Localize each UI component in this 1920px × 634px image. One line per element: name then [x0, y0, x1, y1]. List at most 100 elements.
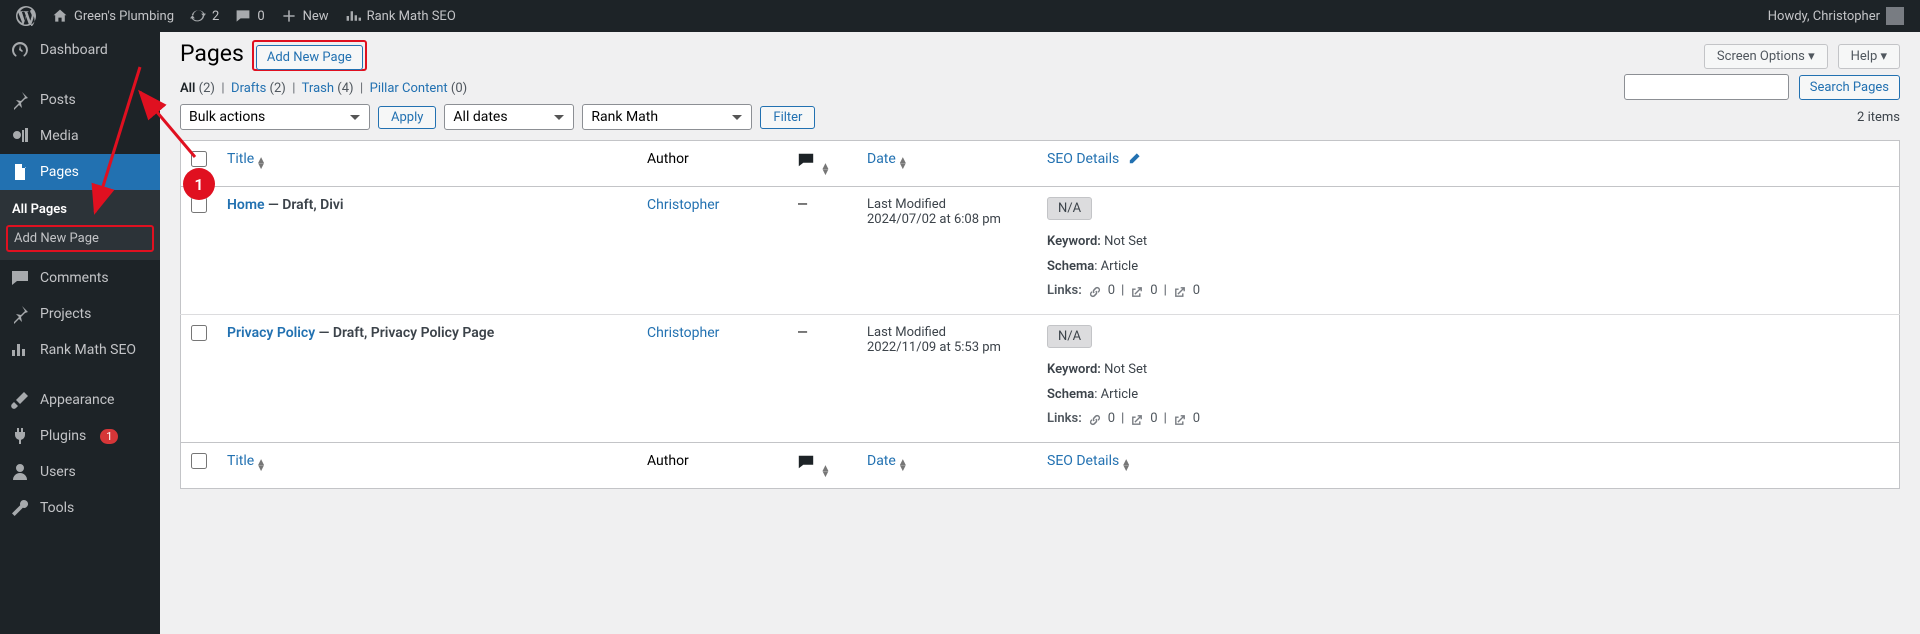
seo-links-external: 0	[1150, 279, 1157, 304]
chart-icon	[345, 8, 361, 24]
menu-pages[interactable]: Pages	[0, 154, 160, 190]
row-title-link[interactable]: Privacy Policy	[227, 325, 315, 341]
menu-projects[interactable]: Projects	[0, 296, 160, 332]
add-new-page-highlight: Add New Page	[252, 40, 367, 71]
sort-indicator-icon: ▲▼	[256, 460, 266, 472]
row-checkbox[interactable]	[191, 325, 207, 341]
menu-posts[interactable]: Posts	[0, 82, 160, 118]
menu-plugins[interactable]: Plugins 1	[0, 418, 160, 454]
rankmath-filter-select[interactable]: Rank Math	[582, 104, 752, 130]
home-icon	[52, 8, 68, 24]
date-filter-select[interactable]: All dates	[444, 104, 574, 130]
search-input[interactable]	[1624, 74, 1789, 100]
my-account[interactable]: Howdy, Christopher	[1760, 0, 1912, 32]
sort-indicator-icon: ▲▼	[820, 164, 830, 176]
menu-dashboard-label: Dashboard	[40, 42, 108, 58]
annotation-badge: 1	[183, 168, 215, 200]
submenu-add-new-page[interactable]: Add New Page	[6, 225, 154, 252]
filter-pillar[interactable]: Pillar Content	[370, 81, 448, 96]
page-title: Pages	[180, 40, 244, 67]
row-author-link[interactable]: Christopher	[647, 197, 719, 213]
seo-links-label: Links:	[1047, 407, 1082, 432]
pencil-icon[interactable]	[1127, 152, 1141, 166]
col-date-foot[interactable]: Date	[867, 453, 896, 469]
row-title-link[interactable]: Home	[227, 197, 265, 213]
refresh-icon	[190, 8, 206, 24]
sort-indicator-icon: ▲▼	[898, 158, 908, 170]
menu-tools-label: Tools	[40, 500, 74, 516]
seo-links-label: Links:	[1047, 279, 1082, 304]
row-date-label: Last Modified	[867, 325, 1027, 340]
row-state: — Draft, Divi	[265, 197, 344, 213]
col-seo-details-foot[interactable]: SEO Details	[1047, 453, 1119, 469]
seo-keyword-value: Not Set	[1104, 362, 1147, 377]
wrench-icon	[10, 498, 30, 518]
comments-column-icon[interactable]	[797, 151, 815, 169]
sort-indicator-icon: ▲▼	[1121, 460, 1131, 472]
howdy-text: Howdy, Christopher	[1768, 9, 1880, 24]
menu-tools[interactable]: Tools	[0, 490, 160, 526]
seo-keyword-value: Not Set	[1104, 234, 1147, 249]
seo-links-external: 0	[1150, 407, 1157, 432]
row-comments: —	[787, 315, 857, 443]
filter-trash[interactable]: Trash	[302, 81, 334, 96]
media-icon	[10, 126, 30, 146]
screen-options-button[interactable]: Screen Options ▾	[1704, 44, 1828, 69]
sort-indicator-icon: ▲▼	[256, 158, 266, 170]
menu-media-label: Media	[40, 128, 79, 144]
page-icon	[10, 162, 30, 182]
select-all-checkbox[interactable]	[191, 151, 207, 167]
apply-button[interactable]: Apply	[378, 106, 436, 129]
site-name-label: Green's Plumbing	[74, 9, 174, 24]
wp-logo[interactable]	[8, 0, 44, 32]
adminbar-rankmath-label: Rank Math SEO	[367, 9, 456, 24]
menu-users[interactable]: Users	[0, 454, 160, 490]
col-author: Author	[637, 141, 787, 187]
menu-rankmath-label: Rank Math SEO	[40, 342, 136, 358]
comment-icon	[235, 8, 251, 24]
menu-dashboard[interactable]: Dashboard	[0, 32, 160, 68]
dashboard-icon	[10, 40, 30, 60]
seo-score-badge: N/A	[1047, 197, 1092, 220]
col-title-foot[interactable]: Title	[227, 453, 254, 469]
pin-icon	[10, 304, 30, 324]
items-count: 2 items	[1857, 110, 1900, 125]
filter-button[interactable]: Filter	[760, 106, 815, 129]
seo-links-incoming: 0	[1193, 407, 1200, 432]
submenu-all-pages[interactable]: All Pages	[0, 196, 160, 223]
pin-icon	[10, 90, 30, 110]
col-title[interactable]: Title	[227, 151, 254, 167]
filter-all[interactable]: All	[180, 81, 195, 96]
col-seo-details[interactable]: SEO Details	[1047, 151, 1119, 167]
menu-comments[interactable]: Comments	[0, 260, 160, 296]
row-author-link[interactable]: Christopher	[647, 325, 719, 341]
sort-indicator-icon: ▲▼	[898, 460, 908, 472]
table-row: Privacy Policy — Draft, Privacy Policy P…	[181, 315, 1900, 443]
menu-rankmath[interactable]: Rank Math SEO	[0, 332, 160, 368]
filter-drafts[interactable]: Drafts	[231, 81, 266, 96]
comment-icon	[10, 268, 30, 288]
new-content[interactable]: New	[273, 0, 337, 32]
col-date[interactable]: Date	[867, 151, 896, 167]
adminbar-rankmath[interactable]: Rank Math SEO	[337, 0, 464, 32]
incoming-link-icon	[1173, 285, 1187, 299]
user-icon	[10, 462, 30, 482]
search-button[interactable]: Search Pages	[1799, 75, 1900, 100]
seo-schema-label: Schema	[1047, 259, 1094, 274]
updates[interactable]: 2	[182, 0, 227, 32]
bulk-actions-select[interactable]: Bulk actions	[180, 104, 370, 130]
help-button[interactable]: Help ▾	[1838, 44, 1900, 69]
table-row: Home — Draft, Divi Christopher — Last Mo…	[181, 187, 1900, 315]
comments-column-icon[interactable]	[797, 453, 815, 471]
add-new-page-button[interactable]: Add New Page	[256, 45, 363, 70]
incoming-link-icon	[1173, 413, 1187, 427]
site-name[interactable]: Green's Plumbing	[44, 0, 182, 32]
seo-schema-label: Schema	[1047, 387, 1094, 402]
menu-appearance-label: Appearance	[40, 392, 114, 408]
menu-projects-label: Projects	[40, 306, 91, 322]
col-author-foot: Author	[637, 443, 787, 489]
menu-media[interactable]: Media	[0, 118, 160, 154]
select-all-checkbox-foot[interactable]	[191, 453, 207, 469]
menu-appearance[interactable]: Appearance	[0, 382, 160, 418]
adminbar-comments[interactable]: 0	[227, 0, 272, 32]
